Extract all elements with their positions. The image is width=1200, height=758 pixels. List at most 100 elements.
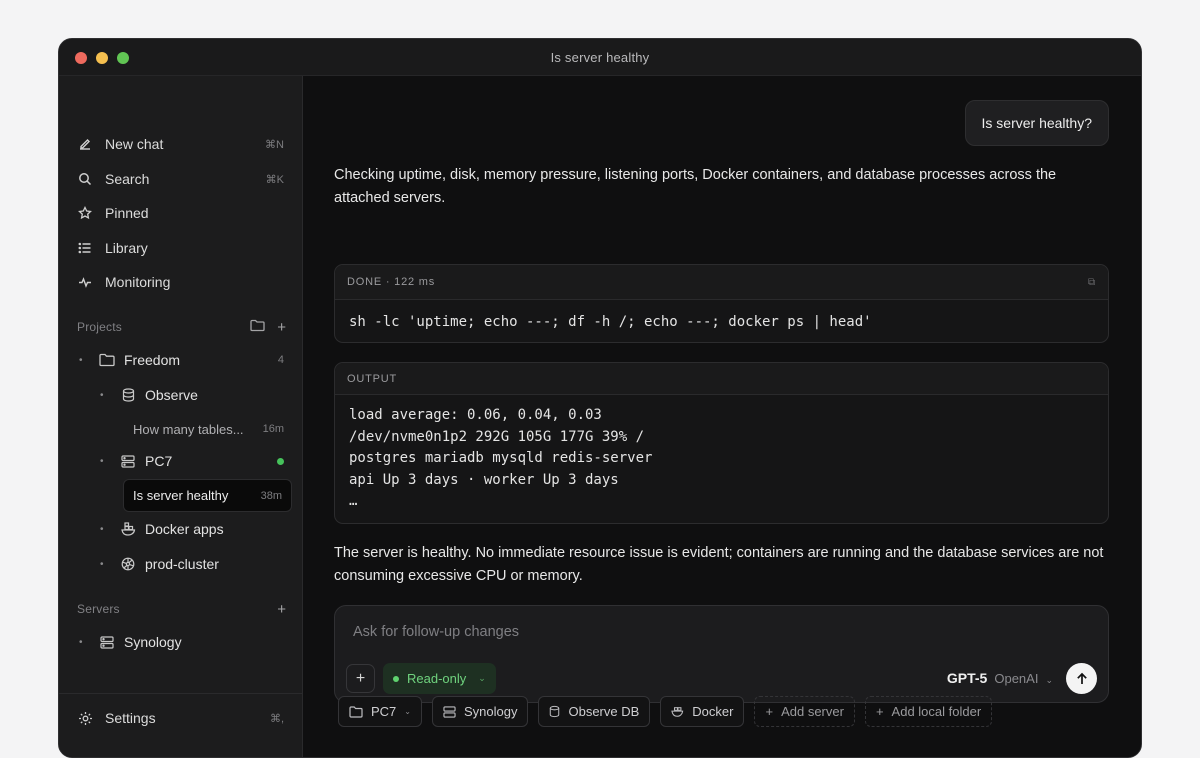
chat-time: 38m — [260, 489, 282, 502]
new-folder-icon[interactable] — [250, 319, 265, 336]
mode-status-dot — [393, 675, 399, 682]
conversation-pane: Is server healthy? Checking uptime, disk… — [303, 76, 1141, 757]
database-icon — [549, 705, 560, 718]
context-chips: PC7 ⌄ Synology Observe DB Docker + Add s… — [338, 696, 993, 727]
output-card-header: OUTPUT — [335, 363, 1108, 395]
add-project-icon[interactable]: + — [277, 319, 286, 336]
add-server-chip[interactable]: + Add server — [754, 696, 855, 727]
chip-label: Add local folder — [891, 704, 982, 719]
chip-synology[interactable]: Synology — [432, 696, 529, 727]
output-line: /dev/nvme0n1p2 292G 105G 177G 39% / — [349, 428, 645, 445]
chat-label: How many tables... — [133, 421, 244, 437]
chat-is-server-healthy[interactable]: Is server healthy 38m — [123, 479, 292, 512]
search-icon — [77, 171, 93, 187]
monitoring-label: Monitoring — [105, 274, 171, 290]
docker-icon — [120, 521, 136, 537]
chip-label: Observe DB — [568, 704, 640, 719]
monitoring-button[interactable]: Monitoring — [77, 267, 284, 297]
sidebar: New chat ⌘N Search ⌘K Pinned Library Mon… — [59, 76, 303, 757]
output-line: … — [349, 493, 358, 509]
command-text: sh -lc 'uptime; echo ---; df -h /; echo … — [349, 313, 872, 330]
output-text: load average: 0.06, 0.04, 0.03 /dev/nvme… — [335, 395, 1108, 513]
chat-time: 16m — [262, 423, 284, 435]
title-bar: Is server healthy — [59, 39, 1141, 76]
chip-label: Docker — [692, 704, 734, 719]
server-icon — [443, 705, 456, 718]
server-icon — [120, 453, 136, 469]
user-message: Is server healthy? — [964, 100, 1109, 146]
project-label: prod-cluster — [145, 556, 219, 572]
project-freedom[interactable]: • Freedom 4 — [79, 345, 284, 375]
servers-section-label: Servers — [77, 602, 120, 616]
output-line: load average: 0.06, 0.04, 0.03 — [349, 407, 602, 423]
project-count: 4 — [277, 354, 284, 366]
copy-icon[interactable]: ⧉ — [1088, 277, 1096, 288]
folder-icon — [349, 705, 363, 718]
new-chat-label: New chat — [105, 136, 164, 152]
command-status: DONE · 122 ms — [347, 276, 436, 288]
send-button[interactable] — [1066, 663, 1097, 694]
chat-label: Is server healthy — [133, 488, 229, 503]
model-selector[interactable]: GPT-5 OpenAI ⌄ — [947, 670, 1053, 686]
chip-label: Add server — [781, 704, 844, 719]
chip-observe-db[interactable]: Observe DB — [538, 696, 651, 727]
command-card: DONE · 122 ms ⧉ sh -lc 'uptime; echo ---… — [334, 264, 1109, 343]
search-shortcut: ⌘K — [265, 173, 284, 186]
chip-label: Synology — [464, 704, 518, 719]
star-icon — [77, 205, 93, 221]
projects-section-label: Projects — [77, 320, 122, 334]
add-local-folder-chip[interactable]: + Add local folder — [864, 696, 993, 727]
chip-label: PC7 — [371, 704, 397, 719]
model-provider: OpenAI — [994, 671, 1039, 686]
project-label: Docker apps — [145, 521, 224, 537]
project-docker-apps[interactable]: • Docker apps — [100, 514, 284, 544]
plus-icon: + — [765, 704, 774, 719]
search-label: Search — [105, 171, 150, 187]
new-chat-shortcut: ⌘N — [265, 138, 284, 151]
assistant-intro: Checking uptime, disk, memory pressure, … — [334, 167, 1057, 206]
new-chat-button[interactable]: New chat ⌘N — [77, 129, 284, 159]
search-button[interactable]: Search ⌘K — [77, 164, 284, 194]
message-input[interactable]: Ask for follow-up changes — [353, 624, 519, 640]
edit-icon — [77, 136, 93, 152]
kubernetes-icon — [120, 556, 136, 572]
chip-pc7[interactable]: PC7 ⌄ — [338, 696, 422, 727]
project-observe[interactable]: • Observe — [100, 380, 284, 410]
settings-label: Settings — [105, 710, 156, 726]
project-label: Observe — [145, 387, 198, 403]
chevron-down-icon: ⌄ — [478, 673, 486, 683]
library-button[interactable]: Library — [77, 233, 284, 263]
server-label: Synology — [124, 634, 182, 650]
arrow-up-icon — [1076, 672, 1087, 684]
mode-selector[interactable]: Read-only ⌄ — [383, 663, 496, 694]
mode-label: Read-only — [407, 671, 467, 686]
output-line: api Up 3 days · worker Up 3 days — [349, 471, 619, 488]
server-synology[interactable]: • Synology — [79, 627, 284, 657]
add-server-icon[interactable]: + — [277, 601, 286, 618]
output-card: OUTPUT load average: 0.06, 0.04, 0.03 /d… — [334, 362, 1109, 524]
server-icon — [99, 634, 115, 650]
project-pc7[interactable]: • PC7 — [100, 446, 284, 476]
folder-icon — [99, 352, 115, 368]
pinned-label: Pinned — [105, 205, 149, 221]
list-icon — [77, 240, 93, 256]
composer[interactable]: Ask for follow-up changes + Read-only ⌄ … — [334, 605, 1109, 703]
output-line: postgres mariadb mysqld redis-server — [349, 450, 653, 466]
chat-how-many-tables[interactable]: How many tables... 16m — [133, 414, 284, 444]
model-name: GPT-5 — [946, 670, 988, 686]
library-label: Library — [105, 240, 148, 256]
settings-shortcut: ⌘, — [269, 712, 284, 725]
gear-icon — [77, 710, 93, 726]
project-label: PC7 — [145, 453, 173, 469]
command-card-header: DONE · 122 ms ⧉ — [335, 265, 1108, 300]
plus-icon: + — [875, 704, 884, 719]
docker-icon — [671, 706, 684, 718]
attach-button[interactable]: + — [346, 664, 375, 693]
chip-docker[interactable]: Docker — [660, 696, 745, 727]
chevron-down-icon: ⌄ — [1045, 675, 1053, 685]
settings-button[interactable]: Settings ⌘, — [77, 703, 284, 733]
project-prod-cluster[interactable]: • prod-cluster — [100, 549, 284, 579]
app-window: Is server healthy New chat ⌘N Search ⌘K … — [58, 38, 1142, 758]
pinned-button[interactable]: Pinned — [77, 198, 284, 228]
sidebar-footer: Settings ⌘, — [59, 693, 302, 757]
